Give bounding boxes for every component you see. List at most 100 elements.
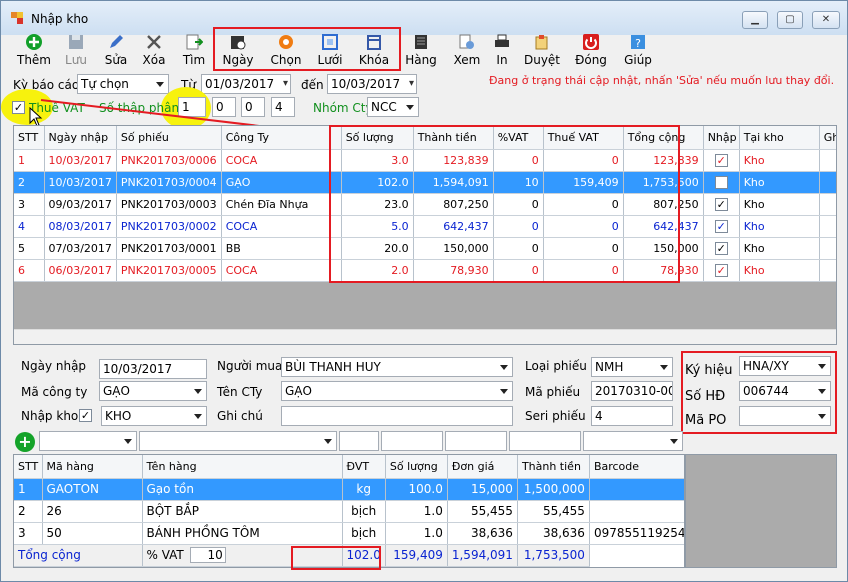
nhap-kho-checkbox[interactable]: ✓ [79,409,92,422]
column-header[interactable]: Ngày nhập [44,126,117,150]
nhap-checkbox[interactable]: ✓ [714,263,728,277]
column-header[interactable]: Số phiếu [116,126,222,150]
column-header[interactable]: Tại kho [739,126,820,150]
toolbar-power-button[interactable]: Đóng [569,33,613,69]
app-window: Nhập kho ▁ ▢ ✕ Thêm Lưu Sửa Xóa Tìm Ngày Chọn L… [0,0,848,582]
ma-cong-ty-field[interactable]: GẠO [99,381,207,401]
nhap-checkbox[interactable]: ✓ [714,175,728,189]
toolbar-find-button[interactable]: Tìm [172,33,216,69]
total-cell: 1,594,091 [447,544,518,567]
nhap-kho-field[interactable]: KHO [101,406,207,426]
thue-vat-checkbox[interactable]: ✓ [12,101,25,114]
toolbar-book-button[interactable]: Hàng [399,33,443,69]
cell-so_phieu: PNK201703/0002 [116,215,222,238]
nhom-cty-select[interactable]: NCC [367,97,419,117]
cell-tt: 38,636 [517,522,590,545]
ky-bao-cao-select[interactable]: Tự chọn [77,74,169,94]
column-header[interactable]: ĐVT [342,455,386,479]
cell-nhap: ✓ [703,237,740,260]
nguoi-mua-field[interactable]: BÙI THANH HUY [281,357,513,377]
table-row[interactable]: 2 26 BỘT BẮP bịch 1.0 55,455 55,455 [14,500,684,523]
column-header[interactable]: STT [14,126,45,150]
cell-nhap: ✓ [703,149,740,172]
filter-sl[interactable] [381,431,443,451]
cell-stt: 3 [14,522,43,545]
cell-so_phieu: PNK201703/0001 [116,237,222,260]
cell-cong_ty: Chén Đĩa Nhựa [221,193,342,216]
column-header[interactable]: Số lượng [385,455,448,479]
cell-stt: 2 [14,171,45,194]
toolbar-approve-button[interactable]: Duyệt [520,33,564,69]
cell-kho: Kho [739,171,820,194]
nhap-checkbox[interactable]: ✓ [714,197,728,211]
cell-so_phieu: PNK201703/0003 [116,193,222,216]
cell-ten: BÁNH PHỒNG TÔM [142,522,343,545]
column-header[interactable]: Thành tiền [517,455,590,479]
column-header[interactable]: Nhập [703,126,740,150]
filter-tt[interactable] [509,431,581,451]
nhap-checkbox[interactable]: ✓ [714,241,728,255]
horizontal-scrollbar[interactable] [14,329,836,344]
column-header[interactable]: Barcode [589,455,684,479]
filter-dg[interactable] [445,431,507,451]
nhom-cty-value: NCC [371,100,397,114]
cell-stt: 1 [14,149,45,172]
toolbar-help-button[interactable]: ? Giúp [616,33,660,69]
seri-phieu-field[interactable]: 4 [591,406,673,426]
svg-text:?: ? [635,37,641,50]
toolbar-delete-button[interactable]: Xóa [132,33,176,69]
cell-sl: 1.0 [385,500,448,523]
ten-cty-field[interactable]: GẠO [281,381,513,401]
column-header[interactable]: Đơn giá [447,455,518,479]
delete-icon [147,35,161,49]
column-header[interactable]: Ghi chú [819,126,836,150]
ma-phieu-field[interactable]: 20170310-002 [591,381,673,401]
nhap-checkbox[interactable]: ✓ [714,153,728,167]
toolbar-label: Duyệt [523,53,561,67]
toolbar-printer-button[interactable]: In [480,33,524,69]
preview-icon [459,34,474,49]
vat-value[interactable]: 10 [189,547,226,563]
ngay-nhap-field[interactable]: 10/03/2017 [99,359,207,379]
approve-icon [535,35,548,50]
nhap-kho-label: Nhập kho [21,409,79,423]
close-button[interactable]: ✕ [812,11,840,29]
column-header[interactable]: Công Ty [221,126,342,150]
den-date-picker[interactable]: 10/03/2017 [327,74,417,94]
filter-dvt[interactable] [339,431,379,451]
filter-ten-hang[interactable] [139,431,337,451]
toolbar-label: Hàng [405,53,437,67]
filter-ma-hang[interactable] [39,431,137,451]
window-title: Nhập kho [31,12,89,26]
table-row[interactable]: 1 GAOTON Gạo tồn kg 100.0 15,000 1,500,000 [14,478,684,501]
maximize-button[interactable]: ▢ [777,11,803,29]
filter-barcode[interactable] [583,431,683,451]
highlight-box-invoice [681,351,837,434]
add-row-button[interactable]: + [15,432,35,452]
tu-date-picker[interactable]: 01/03/2017 [201,74,291,94]
cell-sl: 1.0 [385,522,448,545]
minimize-button[interactable]: ▁ [742,11,768,29]
nhap-checkbox[interactable]: ✓ [714,219,728,233]
column-header[interactable]: Tên hàng [142,455,343,479]
app-icon [11,12,23,24]
toolbar-label: Thêm [16,53,51,67]
ghi-chu-field[interactable] [281,406,513,426]
cell-ghi [819,215,836,238]
toolbar-plus-circle-button[interactable]: Thêm [12,33,56,69]
ma-cong-ty-value: GẠO [103,384,130,398]
ky-bao-cao-value: Tự chọn [81,77,129,91]
toolbar-save-button[interactable]: Lưu [54,33,98,69]
cell-cong_ty: COCA [221,149,342,172]
column-header[interactable]: Mã hàng [42,455,143,479]
cell-tt: 55,455 [517,500,590,523]
cell-dg: 55,455 [447,500,518,523]
loai-phieu-field[interactable]: NMH [591,357,673,377]
cell-stt: 3 [14,193,45,216]
cell-kho: Kho [739,215,820,238]
cell-ghi [819,149,836,172]
cell-ghi [819,259,836,282]
table-row[interactable]: 3 50 BÁNH PHỒNG TÔM bịch 1.0 38,636 38,636 0978… [14,522,684,545]
cell-ten: Gạo tồn [142,478,343,501]
column-header[interactable]: STT [14,455,43,479]
